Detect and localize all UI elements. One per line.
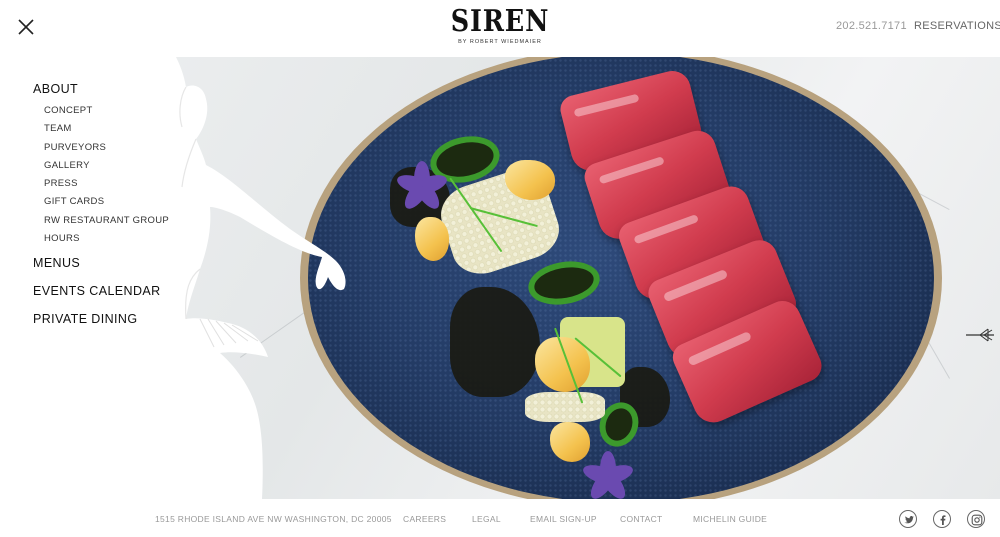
instagram-button[interactable] [967, 510, 985, 528]
twitter-button[interactable] [899, 510, 917, 528]
footer-michelin-guide-link[interactable]: MICHELIN GUIDE [693, 514, 767, 524]
footer-careers-link[interactable]: CAREERS [403, 514, 446, 524]
citrus-segment [550, 422, 590, 462]
next-slide-button[interactable] [966, 327, 996, 343]
nav-concept[interactable]: CONCEPT [44, 102, 183, 120]
twitter-icon [904, 516, 914, 524]
footer-legal-link[interactable]: LEGAL [472, 514, 501, 524]
header: SIREN BY ROBERT WIEDMAIER 202.521.7171 R… [0, 0, 1000, 57]
footer-address: 1515 RHODE ISLAND AVE NW WASHINGTON, DC … [155, 514, 392, 524]
facebook-icon [940, 515, 946, 525]
close-menu-button[interactable] [16, 17, 36, 37]
footer: 1515 RHODE ISLAND AVE NW WASHINGTON, DC … [0, 499, 1000, 537]
nav-press[interactable]: PRESS [44, 175, 183, 193]
footer-email-signup-link[interactable]: EMAIL SIGN-UP [530, 514, 597, 524]
logo-sub-text: BY ROBERT WIEDMAIER [458, 39, 542, 45]
nav-gift-cards[interactable]: GIFT CARDS [44, 193, 183, 211]
nav-team[interactable]: TEAM [44, 120, 183, 138]
nav-purveyors[interactable]: PURVEYORS [44, 139, 183, 157]
instagram-icon [971, 514, 983, 526]
footer-contact-link[interactable]: CONTACT [620, 514, 663, 524]
nav-hours[interactable]: HOURS [44, 230, 183, 248]
facebook-button[interactable] [933, 510, 951, 528]
nav-private-dining[interactable]: PRIVATE DINING [33, 312, 183, 326]
side-nav: ABOUT CONCEPT TEAM PURVEYORS GALLERY PRE… [33, 82, 183, 326]
nav-about[interactable]: ABOUT [33, 82, 183, 96]
nav-events-calendar[interactable]: EVENTS CALENDAR [33, 284, 183, 298]
nav-rw-restaurant-group[interactable]: RW RESTAURANT GROUP [44, 212, 183, 230]
nav-menus[interactable]: MENUS [33, 256, 183, 270]
close-icon [18, 19, 34, 35]
trident-arrow-icon [966, 328, 994, 342]
logo-main-text: SIREN [450, 4, 550, 39]
citrus-segment [415, 217, 449, 261]
reservations-link[interactable]: RESERVATIONS [914, 20, 1000, 32]
about-submenu: CONCEPT TEAM PURVEYORS GALLERY PRESS GIF… [33, 102, 183, 248]
phone-number[interactable]: 202.521.7171 [836, 20, 907, 32]
nav-gallery[interactable]: GALLERY [44, 157, 183, 175]
siren-logo[interactable]: SIREN BY ROBERT WIEDMAIER [440, 6, 560, 50]
